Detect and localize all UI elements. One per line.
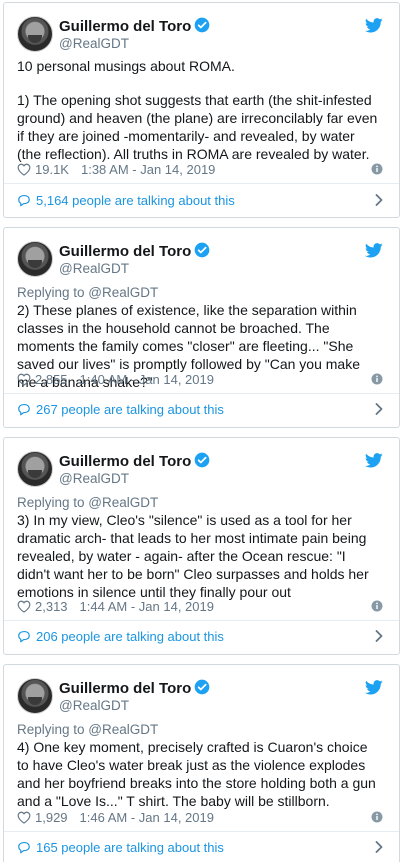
tweet-card: Guillermo del Toro @RealGDT Replying to … (3, 437, 400, 655)
divider (4, 183, 399, 184)
conversation-link[interactable]: 165 people are talking about this (17, 838, 383, 856)
comment-bubble-icon (17, 630, 31, 643)
replying-to[interactable]: Replying to @RealGDT (17, 495, 158, 510)
tweet-meta: 2,855 1:40 AM - Jan 14, 2019 (17, 371, 383, 387)
tweet-header: Guillermo del Toro @RealGDT (17, 241, 399, 281)
heart-icon[interactable] (17, 373, 31, 386)
tweet-meta: 19.1K 1:38 AM - Jan 14, 2019 (17, 161, 383, 177)
author-name-text: Guillermo del Toro (59, 453, 192, 470)
talking-count: 206 people are talking about this (36, 628, 224, 644)
tweet-meta: 2,313 1:44 AM - Jan 14, 2019 (17, 598, 383, 614)
info-icon[interactable] (371, 373, 383, 385)
like-count[interactable]: 2,855 (35, 372, 68, 387)
chevron-right-icon (375, 194, 383, 206)
tweet-text: 1) The opening shot suggests that earth … (17, 92, 378, 162)
replying-to[interactable]: Replying to @RealGDT (17, 722, 158, 737)
tweet-card: Guillermo del Toro @RealGDT 10 personal … (3, 2, 400, 218)
like-count[interactable]: 2,313 (35, 599, 68, 614)
verified-badge-icon (194, 17, 210, 33)
twitter-bird-icon[interactable] (365, 453, 383, 468)
author-name[interactable]: Guillermo del Toro (59, 679, 210, 697)
divider (4, 831, 399, 832)
author-handle[interactable]: @RealGDT (59, 261, 129, 276)
tweet-header: Guillermo del Toro @RealGDT (17, 678, 399, 718)
like-count[interactable]: 19.1K (35, 162, 69, 177)
tweet-header: Guillermo del Toro @RealGDT (17, 451, 399, 491)
author-name[interactable]: Guillermo del Toro (59, 242, 210, 260)
tweet-header: Guillermo del Toro @RealGDT (17, 16, 399, 56)
talking-count: 165 people are talking about this (36, 839, 224, 855)
twitter-bird-icon[interactable] (365, 680, 383, 695)
author-handle[interactable]: @RealGDT (59, 471, 129, 486)
tweet-text: 3) In my view, Cleo's "silence" is used … (17, 512, 369, 600)
tweet-timestamp[interactable]: 1:46 AM - Jan 14, 2019 (80, 810, 214, 825)
tweet-timestamp[interactable]: 1:38 AM - Jan 14, 2019 (81, 162, 215, 177)
replying-to[interactable]: Replying to @RealGDT (17, 285, 158, 300)
like-count[interactable]: 1,929 (35, 810, 68, 825)
heart-icon[interactable] (17, 600, 31, 613)
tweet-intro: 10 personal musings about ROMA. (17, 58, 235, 74)
tweet-text: 4) One key moment, precisely crafted is … (17, 739, 376, 809)
avatar[interactable] (17, 241, 53, 277)
twitter-bird-icon[interactable] (365, 243, 383, 258)
comment-bubble-icon (17, 403, 31, 416)
comment-bubble-icon (17, 194, 31, 207)
verified-badge-icon (194, 452, 210, 468)
chevron-right-icon (375, 630, 383, 642)
info-icon[interactable] (371, 600, 383, 612)
author-name[interactable]: Guillermo del Toro (59, 17, 210, 35)
author-name-text: Guillermo del Toro (59, 680, 192, 697)
author-handle[interactable]: @RealGDT (59, 698, 129, 713)
conversation-link[interactable]: 267 people are talking about this (17, 400, 383, 418)
author-name-text: Guillermo del Toro (59, 243, 192, 260)
heart-icon[interactable] (17, 811, 31, 824)
author-name[interactable]: Guillermo del Toro (59, 452, 210, 470)
info-icon[interactable] (371, 163, 383, 175)
comment-bubble-icon (17, 841, 31, 854)
avatar[interactable] (17, 678, 53, 714)
tweet-timestamp[interactable]: 1:40 AM - Jan 14, 2019 (80, 372, 214, 387)
verified-badge-icon (194, 679, 210, 695)
tweet-timestamp[interactable]: 1:44 AM - Jan 14, 2019 (80, 599, 214, 614)
verified-badge-icon (194, 242, 210, 258)
talking-count: 267 people are talking about this (36, 401, 224, 417)
heart-icon[interactable] (17, 163, 31, 176)
info-icon[interactable] (371, 811, 383, 823)
tweet-meta: 1,929 1:46 AM - Jan 14, 2019 (17, 809, 383, 825)
divider (4, 393, 399, 394)
divider (4, 620, 399, 621)
chevron-right-icon (375, 841, 383, 853)
author-handle[interactable]: @RealGDT (59, 36, 129, 51)
avatar[interactable] (17, 451, 53, 487)
tweet-card: Guillermo del Toro @RealGDT Replying to … (3, 664, 400, 862)
author-name-text: Guillermo del Toro (59, 18, 192, 35)
talking-count: 5,164 people are talking about this (36, 192, 235, 208)
twitter-bird-icon[interactable] (365, 18, 383, 33)
tweet-card: Guillermo del Toro @RealGDT Replying to … (3, 227, 400, 428)
conversation-link[interactable]: 206 people are talking about this (17, 627, 383, 645)
avatar[interactable] (17, 16, 53, 52)
conversation-link[interactable]: 5,164 people are talking about this (17, 191, 383, 209)
chevron-right-icon (375, 403, 383, 415)
